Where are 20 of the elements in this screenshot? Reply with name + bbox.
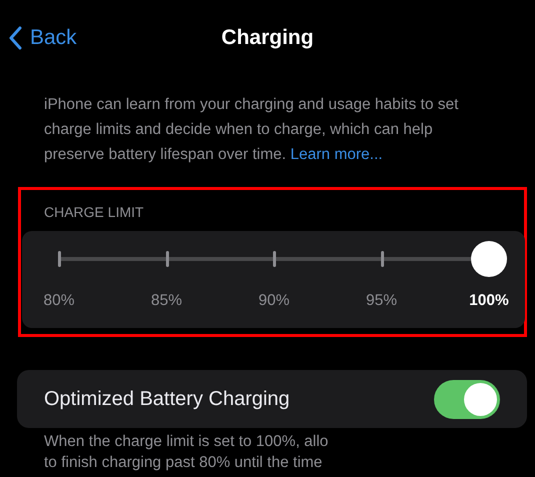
percent-label: 90% xyxy=(257,291,291,311)
toggle-switch[interactable] xyxy=(434,380,500,419)
percent-label: 80% xyxy=(42,291,76,311)
description-text: iPhone can learn from your charging and usage habits to set charge limits and decide when to charge, which can help preserve battery lifespan over time. Learn more... xyxy=(44,95,460,165)
percent-label: 100% xyxy=(468,291,510,311)
tick-mark xyxy=(273,251,276,267)
learn-more-link[interactable]: Learn more... xyxy=(290,146,383,163)
tick-mark xyxy=(58,251,61,267)
footer-text: to finish charging past 80% until the time xyxy=(44,453,324,473)
percent-label: 85% xyxy=(150,291,184,311)
percent-label: 95% xyxy=(364,291,398,311)
tick-mark xyxy=(380,251,384,267)
tick-mark xyxy=(166,251,168,267)
chevron-left-icon xyxy=(8,26,22,50)
slider-thumb[interactable] xyxy=(471,241,507,277)
row-label: Optimized Battery Charging xyxy=(44,387,290,411)
section-header: CHARGE LIMIT xyxy=(44,203,145,221)
footer-text: When the charge limit is set to 100%, allo xyxy=(44,432,330,452)
back-button[interactable]: Back xyxy=(8,22,77,54)
screen-title: Charging xyxy=(221,25,314,51)
